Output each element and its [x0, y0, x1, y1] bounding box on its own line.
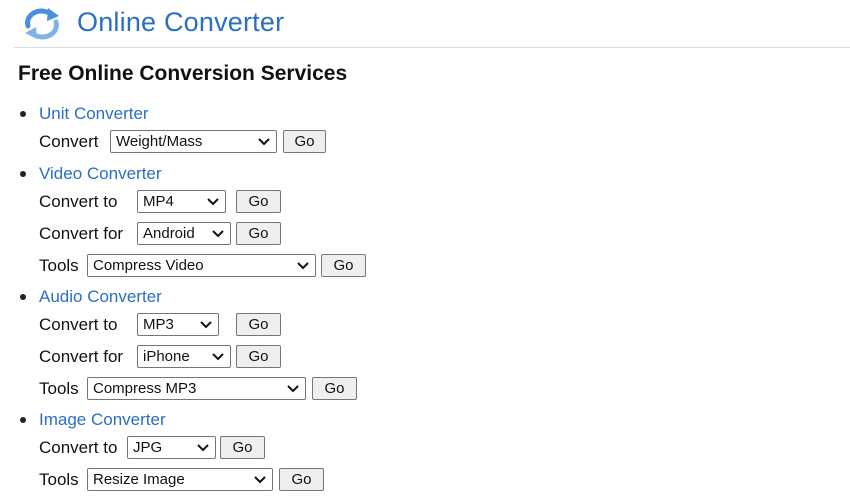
video-converter-link[interactable]: Video Converter [39, 164, 162, 184]
row-label: Tools [39, 256, 79, 275]
site-header: Online Converter [0, 0, 850, 48]
select-value: JPG [133, 439, 163, 456]
select-value: MP3 [143, 316, 174, 333]
chevron-down-icon [212, 230, 224, 238]
video-device-select[interactable]: Android [137, 222, 231, 245]
audio-converter-link[interactable]: Audio Converter [39, 287, 162, 307]
header-divider [14, 47, 850, 48]
video-device-go-button[interactable]: Go [236, 222, 281, 245]
row-label: Convert for [39, 224, 124, 243]
chevron-down-icon [258, 138, 270, 146]
audio-format-select[interactable]: MP3 [137, 313, 219, 336]
chevron-down-icon [287, 385, 299, 393]
audio-format-go-button[interactable]: Go [236, 313, 281, 336]
chevron-down-icon [254, 476, 266, 484]
list-bullet [20, 171, 26, 177]
select-value: MP4 [143, 193, 174, 210]
chevron-down-icon [200, 321, 212, 329]
list-bullet [20, 111, 26, 117]
audio-tools-go-button[interactable]: Go [312, 377, 357, 400]
video-tools-select[interactable]: Compress Video [87, 254, 316, 277]
chevron-down-icon [297, 262, 309, 270]
row-label: Convert to [39, 315, 118, 334]
chevron-down-icon [212, 353, 224, 361]
row-label: Convert [39, 132, 99, 151]
site-title[interactable]: Online Converter [77, 7, 284, 38]
unit-type-select[interactable]: Weight/Mass [110, 130, 277, 153]
image-tools-go-button[interactable]: Go [279, 468, 324, 491]
audio-tools-select[interactable]: Compress MP3 [87, 377, 306, 400]
page-title: Free Online Conversion Services [18, 62, 348, 85]
select-value: Resize Image [93, 471, 185, 488]
video-tools-go-button[interactable]: Go [321, 254, 366, 277]
unit-converter-link[interactable]: Unit Converter [39, 104, 149, 124]
chevron-down-icon [197, 444, 209, 452]
image-tools-select[interactable]: Resize Image [87, 468, 273, 491]
select-value: iPhone [143, 348, 190, 365]
row-label: Tools [39, 470, 79, 489]
row-label: Convert for [39, 347, 124, 366]
unit-go-button[interactable]: Go [283, 130, 326, 153]
audio-device-go-button[interactable]: Go [236, 345, 281, 368]
select-value: Weight/Mass [116, 133, 203, 150]
row-label: Convert to [39, 192, 118, 211]
audio-device-select[interactable]: iPhone [137, 345, 231, 368]
image-converter-link[interactable]: Image Converter [39, 410, 166, 430]
image-format-select[interactable]: JPG [127, 436, 216, 459]
chevron-down-icon [207, 198, 219, 206]
refresh-arrows-icon[interactable] [22, 6, 62, 42]
video-format-select[interactable]: MP4 [137, 190, 226, 213]
list-bullet [20, 294, 26, 300]
select-value: Compress Video [93, 257, 204, 274]
row-label: Tools [39, 379, 79, 398]
row-label: Convert to [39, 438, 118, 457]
select-value: Android [143, 225, 195, 242]
video-format-go-button[interactable]: Go [236, 190, 281, 213]
select-value: Compress MP3 [93, 380, 197, 397]
image-format-go-button[interactable]: Go [220, 436, 265, 459]
list-bullet [20, 417, 26, 423]
